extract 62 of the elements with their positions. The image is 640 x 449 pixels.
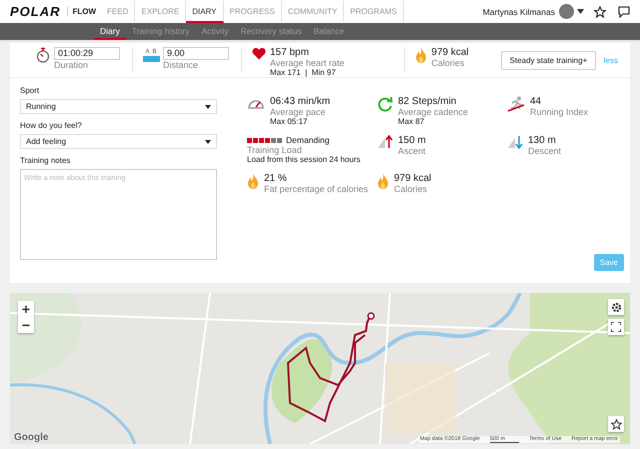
stat-label: Calories [431, 58, 466, 68]
stat-label: Calories [394, 184, 428, 194]
stat-value: 157 bpm [270, 47, 310, 58]
field-label: How do you feel? [20, 121, 83, 130]
stat-label: Average heart rate [270, 58, 344, 68]
stat-value: 82 Steps/min [398, 96, 458, 107]
star-icon [610, 418, 622, 430]
product-name: FLOW [66, 7, 102, 16]
stat-label: Average cadence [398, 107, 468, 117]
caret-icon [205, 140, 211, 144]
stat-value: 21 % [264, 173, 288, 184]
duration-field[interactable]: 01:00:29 [54, 47, 120, 60]
fullscreen-button[interactable] [608, 319, 624, 335]
settings-button[interactable] [608, 299, 624, 315]
sub-nav-tab[interactable]: Diary [94, 23, 126, 40]
chat-icon[interactable] [618, 6, 630, 18]
map-logo: Google [14, 432, 48, 443]
heart-icon [252, 47, 266, 60]
stat-value: Demanding [286, 135, 330, 145]
user-name[interactable]: Martynas Kilmanas [482, 6, 555, 16]
stat-label: Fat percentage of calories [264, 184, 368, 194]
ascent-icon [377, 135, 393, 149]
stat-label: Running Index [530, 107, 588, 117]
stat-label: Descent [528, 146, 562, 156]
stat-value: 150 m [398, 135, 426, 146]
stat-label: Average pace [270, 107, 326, 117]
zoom-out-button[interactable]: − [18, 317, 34, 333]
fullscreen-icon [611, 322, 621, 332]
stat-value: 130 m [528, 135, 557, 146]
stat-label: Training Load [247, 145, 303, 155]
stat-detail: Load from this session 24 hours [247, 155, 360, 165]
zoom-in-button[interactable]: + [18, 301, 34, 317]
circular-arrow-icon [377, 96, 393, 112]
caret-icon [205, 104, 211, 108]
distance-field[interactable]: 9.00 [163, 47, 229, 60]
caret-icon[interactable] [577, 9, 584, 14]
stat-detail: Max 05:17 [270, 117, 308, 127]
field-label: Sport [20, 86, 40, 95]
field-label: Duration [54, 60, 90, 70]
favorite-button[interactable] [608, 416, 624, 432]
field-label: Training notes [20, 156, 72, 165]
feeling-dropdown[interactable]: Add feeling [20, 134, 217, 149]
stat-detail: Max 171 | Min 97 [270, 68, 337, 78]
stopwatch-icon [36, 47, 50, 63]
flame-icon [377, 173, 389, 189]
settings-icon [610, 302, 622, 312]
descent-icon [507, 135, 523, 149]
stat-value: 44 [530, 96, 542, 107]
flame-icon [247, 173, 259, 189]
polar-logo[interactable]: POLAR [10, 4, 60, 19]
stat-value: 06:43 min/km [270, 96, 330, 107]
field-label: Distance [163, 60, 200, 70]
training-type-button[interactable]: Steady state training+ [500, 50, 596, 70]
star-icon[interactable] [594, 6, 606, 18]
avatar[interactable] [559, 4, 574, 19]
sport-dropdown[interactable]: Running [20, 99, 217, 114]
stat-value: 979 kcal [394, 173, 432, 184]
flame-icon [415, 47, 428, 63]
stat-label: Ascent [398, 146, 426, 156]
runner-icon [507, 96, 525, 112]
stat-detail: Max 87 [398, 117, 426, 127]
stat-value: 979 kcal [431, 47, 469, 58]
